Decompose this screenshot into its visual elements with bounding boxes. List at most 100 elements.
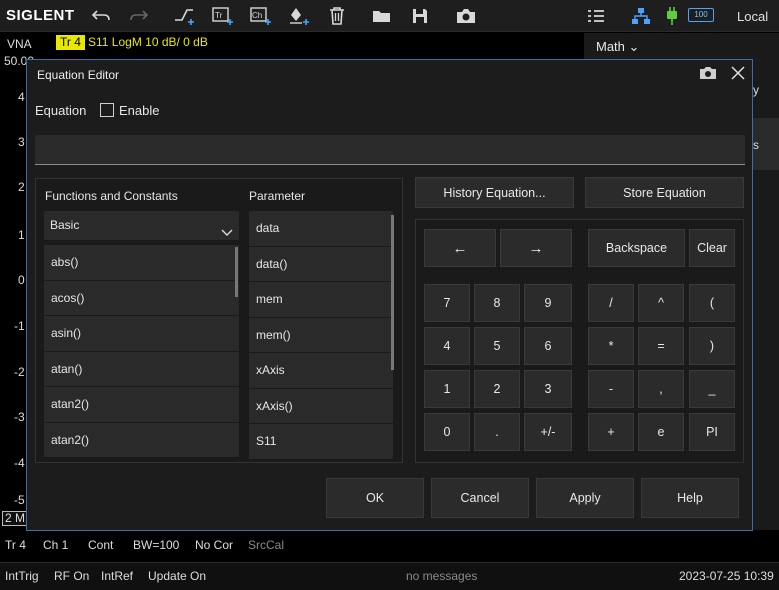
clear-key[interactable]: Clear [689, 229, 735, 267]
undo-icon[interactable] [88, 4, 114, 28]
key-minus[interactable]: - [588, 370, 634, 408]
key-dot[interactable]: . [474, 413, 520, 451]
camera-icon[interactable] [699, 66, 717, 80]
battery-indicator: 100 [688, 8, 714, 22]
channel-status-bar: Tr 4 Ch 1 Cont BW=100 No Cor SrcCal [0, 534, 779, 556]
store-equation-button[interactable]: Store Equation [585, 177, 744, 208]
softkey-partial-label: y [753, 83, 759, 97]
status-channel[interactable]: Ch 1 [43, 538, 68, 552]
status-srccal[interactable]: SrcCal [248, 538, 284, 552]
key-plus[interactable]: + [588, 413, 634, 451]
softkey-partial-label: s [753, 138, 759, 152]
key-8[interactable]: 8 [474, 284, 520, 322]
key-comma[interactable]: , [638, 370, 684, 408]
menu-icon[interactable] [583, 4, 609, 28]
close-icon[interactable] [729, 64, 747, 82]
key-7[interactable]: 7 [424, 284, 470, 322]
equation-editor-dialog: Equation Editor Equation Enable Function… [26, 59, 753, 531]
y-tick-label: -1 [14, 319, 25, 333]
key-divide[interactable]: / [588, 284, 634, 322]
open-folder-icon[interactable] [369, 4, 395, 28]
trace-info[interactable]: S11 LogM 10 dB/ 0 dB [88, 35, 208, 49]
list-item[interactable]: asin() [44, 316, 239, 352]
list-item[interactable]: data [249, 211, 393, 247]
list-item[interactable]: mem() [249, 317, 393, 353]
trace-badge[interactable]: Tr 4 [56, 35, 85, 50]
list-item[interactable]: atan2() [44, 387, 239, 423]
backspace-key[interactable]: Backspace [588, 229, 685, 267]
screenshot-camera-icon[interactable] [453, 4, 479, 28]
key-1[interactable]: 1 [424, 370, 470, 408]
key-0[interactable]: 0 [424, 413, 470, 451]
status-bandwidth[interactable]: BW=100 [133, 538, 179, 552]
key-5[interactable]: 5 [474, 327, 520, 365]
svg-text:Ch: Ch [252, 11, 262, 20]
list-item[interactable]: abs() [44, 245, 239, 281]
list-item[interactable]: acos() [44, 280, 239, 316]
right-arrow-key[interactable]: → [500, 229, 572, 267]
key-underscore[interactable]: _ [689, 370, 735, 408]
list-item[interactable]: mem [249, 282, 393, 318]
enable-label[interactable]: Enable [119, 103, 159, 118]
y-tick-label: -3 [14, 410, 25, 424]
key-3[interactable]: 3 [524, 370, 572, 408]
y-tick-label: 3 [18, 135, 25, 149]
math-menu-title[interactable]: Math ⌄ [596, 39, 639, 55]
function-list-scrollbar[interactable] [235, 247, 238, 297]
help-button[interactable]: Help [641, 478, 739, 518]
y-tick-label: -5 [14, 493, 25, 507]
marker-add-icon[interactable] [286, 4, 312, 28]
function-category-dropdown[interactable]: Basic [44, 211, 239, 240]
parameter-list: data data() mem mem() xAxis xAxis() S11 [249, 211, 393, 461]
equation-input[interactable] [35, 135, 745, 165]
cancel-button[interactable]: Cancel [431, 478, 529, 518]
key-9[interactable]: 9 [524, 284, 572, 322]
ok-button[interactable]: OK [326, 478, 424, 518]
key-pi[interactable]: PI [689, 413, 735, 451]
enable-checkbox[interactable] [100, 103, 114, 117]
status-datetime: 2023-07-25 10:39 [679, 569, 774, 583]
save-icon[interactable] [407, 4, 433, 28]
key-left-paren[interactable]: ( [689, 284, 735, 322]
equation-label: Equation [35, 103, 87, 118]
key-2[interactable]: 2 [474, 370, 520, 408]
parameter-list-scrollbar[interactable] [391, 215, 394, 370]
power-plug-icon [659, 4, 685, 28]
redo-icon[interactable] [126, 4, 152, 28]
status-correction[interactable]: No Cor [195, 538, 233, 552]
key-multiply[interactable]: * [588, 327, 634, 365]
list-item[interactable]: data() [249, 246, 393, 282]
functions-header: Functions and Constants [45, 189, 178, 203]
status-trace[interactable]: Tr 4 [5, 538, 26, 552]
key-4[interactable]: 4 [424, 327, 470, 365]
key-power[interactable]: ^ [638, 284, 684, 322]
list-item[interactable]: atan2() [44, 422, 239, 458]
key-e[interactable]: e [638, 413, 684, 451]
status-update[interactable]: Update On [148, 569, 206, 583]
marker-indicator[interactable]: 2 M [2, 511, 29, 526]
key-equals[interactable]: = [638, 327, 684, 365]
delete-icon[interactable] [324, 4, 350, 28]
add-channel-icon[interactable]: Ch [248, 4, 274, 28]
key-plus-minus[interactable]: +/- [524, 413, 572, 451]
status-reference[interactable]: IntRef [101, 569, 133, 583]
add-trace-icon[interactable]: Tr [210, 4, 236, 28]
left-arrow-key[interactable]: ← [424, 229, 496, 267]
status-trigger[interactable]: IntTrig [5, 569, 39, 583]
y-tick-label: 1 [18, 228, 25, 242]
status-message: no messages [406, 569, 478, 583]
list-item[interactable]: xAxis() [249, 388, 393, 424]
top-toolbar: SIGLENT Tr Ch 100 Local [0, 0, 779, 32]
list-item[interactable]: S11 [249, 424, 393, 460]
status-rf[interactable]: RF On [54, 569, 89, 583]
y-tick-label: 4 [18, 90, 25, 104]
add-marker-icon[interactable] [172, 4, 198, 28]
apply-button[interactable]: Apply [536, 478, 634, 518]
list-item[interactable]: atan() [44, 351, 239, 387]
key-6[interactable]: 6 [524, 327, 572, 365]
status-sweep[interactable]: Cont [88, 538, 113, 552]
list-item[interactable]: xAxis [249, 353, 393, 389]
key-right-paren[interactable]: ) [689, 327, 735, 365]
svg-text:Tr: Tr [215, 11, 223, 20]
history-equation-button[interactable]: History Equation... [415, 177, 574, 208]
